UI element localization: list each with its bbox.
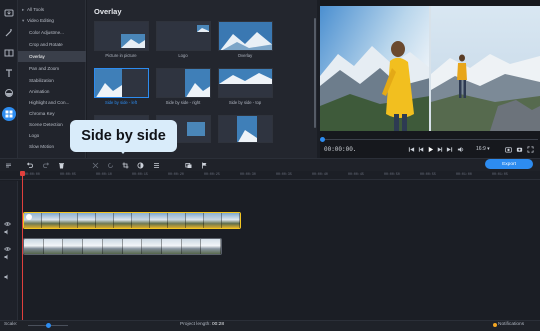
preview-progress-knob[interactable] xyxy=(320,137,325,142)
rotate-icon[interactable] xyxy=(106,161,115,170)
scale-slider-knob[interactable] xyxy=(45,323,51,328)
tool-label: Video Editing xyxy=(27,18,54,23)
tooltip-text: Side by side xyxy=(81,128,166,144)
thumb-label: Side by side - top xyxy=(228,100,262,105)
timecode: 00:00:00. xyxy=(324,146,357,153)
gallery-scrollbar[interactable] xyxy=(314,18,316,128)
thumb-preset-9[interactable] xyxy=(218,115,273,143)
thumb-picture-in-picture[interactable] xyxy=(94,21,149,51)
thumb-label: Logo xyxy=(178,53,188,58)
skip-forward-icon[interactable] xyxy=(445,145,453,153)
tool-item-color-adjustments[interactable]: Color Adjustme... xyxy=(18,27,86,38)
clip-properties-icon[interactable] xyxy=(152,161,161,170)
tool-item-animation[interactable]: Animation xyxy=(18,86,86,97)
ruler-tick-label: 00:01:05 xyxy=(492,172,508,176)
thumb-logo[interactable] xyxy=(156,21,211,51)
volume-icon[interactable] xyxy=(456,145,464,153)
ruler-tick-label: 00:00:00 xyxy=(24,172,40,176)
more-tools-icon[interactable] xyxy=(2,107,16,121)
left-icon-rail xyxy=(0,0,18,158)
thumb-label: Side by side - left xyxy=(104,100,138,105)
scale-label: Scale: xyxy=(4,322,18,327)
ruler-tick-label: 00:00:30 xyxy=(240,172,256,176)
thumb-overlay[interactable] xyxy=(218,21,273,51)
ruler-tick-label: 00:00:40 xyxy=(312,172,328,176)
tool-item-overlay[interactable]: Overlay xyxy=(18,51,86,62)
magic-wand-icon[interactable] xyxy=(2,26,16,40)
tooltip-arrow xyxy=(118,148,128,154)
ruler-tick-label: 00:00:50 xyxy=(384,172,400,176)
ruler-tick-label: 00:00:10 xyxy=(96,172,112,176)
preview-player: 00:00:00. 16:9 ▾ xyxy=(320,0,540,158)
tool-label: All Tools xyxy=(27,7,45,12)
tool-item-crop-and-rotate[interactable]: Crop and Rotate xyxy=(18,39,86,50)
thumb-side-by-side-right[interactable] xyxy=(156,68,211,98)
track-mute-icon[interactable] xyxy=(4,222,11,235)
gallery-title: Overlay xyxy=(94,7,122,16)
track-controls xyxy=(0,181,18,320)
tool-category-all-tools[interactable]: ▸ All Tools xyxy=(18,4,86,15)
notifications-icon[interactable] xyxy=(493,323,497,327)
ruler-tick-label: 00:00:15 xyxy=(132,172,148,176)
camera-icon[interactable] xyxy=(515,145,523,153)
project-length: Project length: 00:28 xyxy=(180,322,224,327)
skip-back-icon[interactable] xyxy=(407,145,415,153)
overlay-clip[interactable] xyxy=(23,212,241,229)
add-track-icon[interactable] xyxy=(26,214,32,220)
track-mute-icon[interactable] xyxy=(4,267,11,280)
import-icon[interactable] xyxy=(2,6,16,20)
project-length-label: Project length: xyxy=(180,322,211,327)
ruler-tick-label: 00:00:25 xyxy=(204,172,220,176)
ruler-tick-label: 00:00:45 xyxy=(348,172,364,176)
color-adjust-icon[interactable] xyxy=(136,161,145,170)
project-length-value: 00:28 xyxy=(212,322,225,327)
snapshot-icon[interactable] xyxy=(504,145,512,153)
ruler-tick-label: 00:00:05 xyxy=(60,172,76,176)
cut-icon[interactable] xyxy=(91,161,100,170)
filters-icon[interactable] xyxy=(2,86,16,100)
crop-icon[interactable] xyxy=(121,161,130,170)
thumb-side-by-side-top[interactable] xyxy=(218,68,273,98)
tool-category-video-editing[interactable]: ▾ Video Editing xyxy=(18,15,86,26)
timeline-settings-icon[interactable] xyxy=(4,161,13,170)
thumb-side-by-side-left[interactable] xyxy=(94,68,149,98)
ruler-tick-label: 00:00:20 xyxy=(168,172,184,176)
ruler-tick-label: 00:00:35 xyxy=(276,172,292,176)
marker-flag-icon[interactable] xyxy=(200,161,209,170)
tool-item-chroma-key[interactable]: Chroma Key xyxy=(18,108,86,119)
aspect-ratio-select[interactable]: 16:9 ▾ xyxy=(476,146,490,152)
track-visibility-icon[interactable] xyxy=(4,239,11,251)
tool-item-highlight-and-conceal[interactable]: Highlight and Con... xyxy=(18,97,86,108)
timeline-toolbar xyxy=(0,158,540,171)
frame-back-icon[interactable] xyxy=(417,145,425,153)
titles-icon[interactable] xyxy=(2,66,16,80)
thumb-label: Side by side - right xyxy=(165,100,201,105)
play-icon[interactable] xyxy=(426,145,434,153)
fullscreen-icon[interactable] xyxy=(526,145,534,153)
frame-forward-icon[interactable] xyxy=(435,145,443,153)
tool-item-pan-and-zoom[interactable]: Pan and Zoom xyxy=(18,63,86,74)
notifications-link[interactable]: Notifications xyxy=(498,322,524,327)
insert-icon[interactable] xyxy=(184,161,193,170)
main-video-clip[interactable] xyxy=(23,238,222,255)
thumb-label: Overlay xyxy=(237,53,253,58)
tool-item-stabilization[interactable]: Stabilization xyxy=(18,75,86,86)
track-visibility-icon[interactable] xyxy=(4,214,11,226)
delete-icon[interactable] xyxy=(57,161,66,170)
thumb-label: Picture in picture xyxy=(105,53,137,58)
ruler-tick-label: 00:00:55 xyxy=(420,172,436,176)
undo-icon[interactable] xyxy=(25,161,34,170)
track-mute-icon[interactable] xyxy=(4,247,11,260)
preview-frame[interactable] xyxy=(320,6,540,131)
export-button[interactable]: Export xyxy=(485,159,533,169)
redo-icon[interactable] xyxy=(42,161,51,170)
ruler-tick-label: 00:01:00 xyxy=(456,172,472,176)
preview-progress-bar[interactable] xyxy=(322,139,538,140)
transitions-icon[interactable] xyxy=(2,46,16,60)
playhead-handle[interactable] xyxy=(20,171,25,176)
timeline-ruler[interactable]: 00:00:00 00:00:05 00:00:10 00:00:15 00:0… xyxy=(0,171,540,180)
status-bar xyxy=(0,320,540,331)
